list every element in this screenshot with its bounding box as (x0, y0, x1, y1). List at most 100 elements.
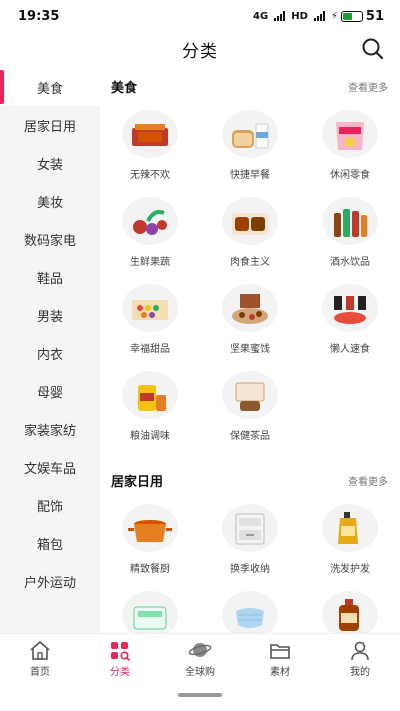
subcategory-thumbnail (122, 284, 178, 332)
subcategory-item[interactable]: 无辣不欢 (100, 104, 200, 191)
subcategory-label: 肉食主义 (230, 257, 270, 268)
sidebar-item-label: 家装家纺 (23, 423, 76, 439)
bottom-nav: 首页 分类 全球购 素材 我的 (0, 633, 400, 683)
subcategory-thumbnail (222, 110, 278, 158)
subcategory-label: 坚果蜜饯 (230, 344, 270, 355)
nav-tab-label: 我的 (350, 667, 370, 678)
meat-icon (232, 213, 268, 235)
sidebar-item[interactable]: 配饰 (0, 486, 100, 524)
sidebar-item-label: 箱包 (36, 537, 63, 553)
subcategory-thumbnail (322, 110, 378, 158)
subcategory-item[interactable]: 精致餐厨 (100, 498, 200, 585)
nav-tab-label: 素材 (270, 667, 290, 678)
fruit-icon (133, 210, 167, 235)
sidebar-item-label: 男装 (36, 309, 63, 325)
home-icon (30, 640, 50, 660)
nav-tab-label: 首页 (30, 667, 50, 678)
sidebar-item[interactable]: 男装 (0, 296, 100, 334)
subcategory-item[interactable]: 肉食主义 (200, 191, 300, 278)
sidebar-item-label: 配饰 (36, 499, 63, 515)
subcategory-label: 酒水饮品 (330, 257, 370, 268)
subcategory-label: 无辣不欢 (130, 170, 170, 181)
search-button[interactable] (360, 36, 386, 62)
disinfectant-bottle-icon (339, 599, 359, 631)
subcategory-item[interactable]: 坚果蜜饯 (200, 278, 300, 365)
sidebar-item[interactable]: 居家日用 (0, 106, 100, 144)
nav-tab[interactable]: 我的 (320, 634, 400, 683)
nav-tab[interactable]: 分类 (80, 634, 160, 683)
tissue-pack-icon (133, 606, 167, 630)
subcategory-item[interactable]: 粮油调味 (100, 365, 200, 452)
subcategory-thumbnail (222, 197, 278, 245)
page-title: 分类 (182, 41, 218, 62)
search-icon (362, 38, 384, 60)
subcategory-item[interactable] (200, 585, 300, 633)
subcategory-item[interactable]: 生鲜果蔬 (100, 191, 200, 278)
sidebar-item[interactable]: 数码家电 (0, 220, 100, 258)
sidebar-item[interactable]: 户外运动 (0, 562, 100, 600)
sidebar-item[interactable]: 内衣 (0, 334, 100, 372)
storage-drawer-icon (235, 513, 265, 545)
nav-tab[interactable]: 素材 (240, 634, 320, 683)
sidebar-item-label: 母婴 (36, 385, 63, 401)
nav-tab[interactable]: 全球购 (160, 634, 240, 683)
home-indicator[interactable] (178, 693, 222, 697)
user-icon (351, 641, 369, 661)
sidebar-item[interactable]: 美食 (0, 68, 100, 106)
subcategory-item[interactable] (100, 585, 200, 633)
subcategory-thumbnail (122, 197, 178, 245)
view-more-link[interactable]: 查看更多 (348, 473, 388, 488)
sidebar-item[interactable]: 箱包 (0, 524, 100, 562)
sidebar-item[interactable]: 家装家纺 (0, 410, 100, 448)
subcategory-grid: 无辣不欢 快捷早餐 休闲零食生鲜果蔬 肉食主义 酒水饮品幸福甜品 坚果蜜饯 懒人速食粮油调味… (100, 104, 400, 452)
subcategory-item[interactable]: 休闲零食 (300, 104, 400, 191)
sidebar-item-label: 文娱车品 (23, 461, 76, 477)
sidebar-item[interactable]: 文娱车品 (0, 448, 100, 486)
subcategory-thumbnail (322, 197, 378, 245)
sidebar-item[interactable]: 女装 (0, 144, 100, 182)
health-tea-icon (235, 382, 265, 411)
subcategory-item[interactable]: 保健茶品 (200, 365, 300, 452)
view-more-link[interactable]: 查看更多 (348, 79, 388, 94)
face-mask-icon (236, 608, 264, 628)
charging-icon: ⚡ (330, 10, 338, 22)
subcategory-item[interactable]: 洗发护发 (300, 498, 400, 585)
nav-tab[interactable]: 首页 (0, 634, 80, 683)
subcategory-label: 保健茶品 (230, 431, 270, 442)
subcategory-label: 休闲零食 (330, 170, 370, 181)
subcategory-grid: 精致餐厨 换季收纳 洗发护发 (100, 498, 400, 633)
category-sidebar: 美食 居家日用 女装 美妆 数码家电 鞋品男装内衣母婴家装家纺文娱车品配饰箱包户外运动 (0, 68, 100, 633)
subcategory-item[interactable] (300, 585, 400, 633)
battery-level: 51 (365, 8, 384, 24)
category-content: 美食 查看更多 无辣不欢 快捷早餐 休闲零食 生鲜果蔬 肉食主义 酒水饮品 幸福甜品 坚果蜜饯 懒人… (100, 68, 400, 633)
sidebar-item[interactable]: 美妆 (0, 182, 100, 220)
category-icon (111, 642, 131, 661)
sidebar-item[interactable]: 鞋品 (0, 258, 100, 296)
subcategory-item[interactable]: 幸福甜品 (100, 278, 200, 365)
shampoo-bottle-icon (338, 512, 358, 544)
bread-milk-icon (232, 123, 269, 149)
subcategory-label: 精致餐厨 (130, 564, 170, 575)
sidebar-item[interactable]: 母婴 (0, 372, 100, 410)
status-bar: 19:35 4G HD ⚡ 51 (0, 0, 400, 32)
subcategory-label: 换季收纳 (230, 564, 270, 575)
subcategory-item[interactable]: 换季收纳 (200, 498, 300, 585)
battery-indicator: ⚡ 51 (331, 9, 384, 24)
subcategory-label: 懒人速食 (330, 344, 370, 355)
subcategory-item[interactable]: 懒人速食 (300, 278, 400, 365)
subcategory-thumbnail (222, 591, 278, 633)
subcategory-thumbnail (122, 591, 178, 633)
subcategory-item[interactable]: 酒水饮品 (300, 191, 400, 278)
subcategory-thumbnail (322, 284, 378, 332)
nuts-icon (232, 294, 268, 324)
subcategory-item[interactable]: 快捷早餐 (200, 104, 300, 191)
dessert-box-icon (132, 300, 168, 320)
instant-noodle-icon (334, 296, 366, 324)
section-title: 美食 (111, 80, 138, 96)
subcategory-thumbnail (122, 371, 178, 419)
section-header: 美食 查看更多 (100, 68, 400, 104)
section-title: 居家日用 (111, 474, 164, 490)
subcategory-thumbnail (222, 284, 278, 332)
subcategory-thumbnail (222, 371, 278, 419)
folder-icon (270, 644, 290, 659)
